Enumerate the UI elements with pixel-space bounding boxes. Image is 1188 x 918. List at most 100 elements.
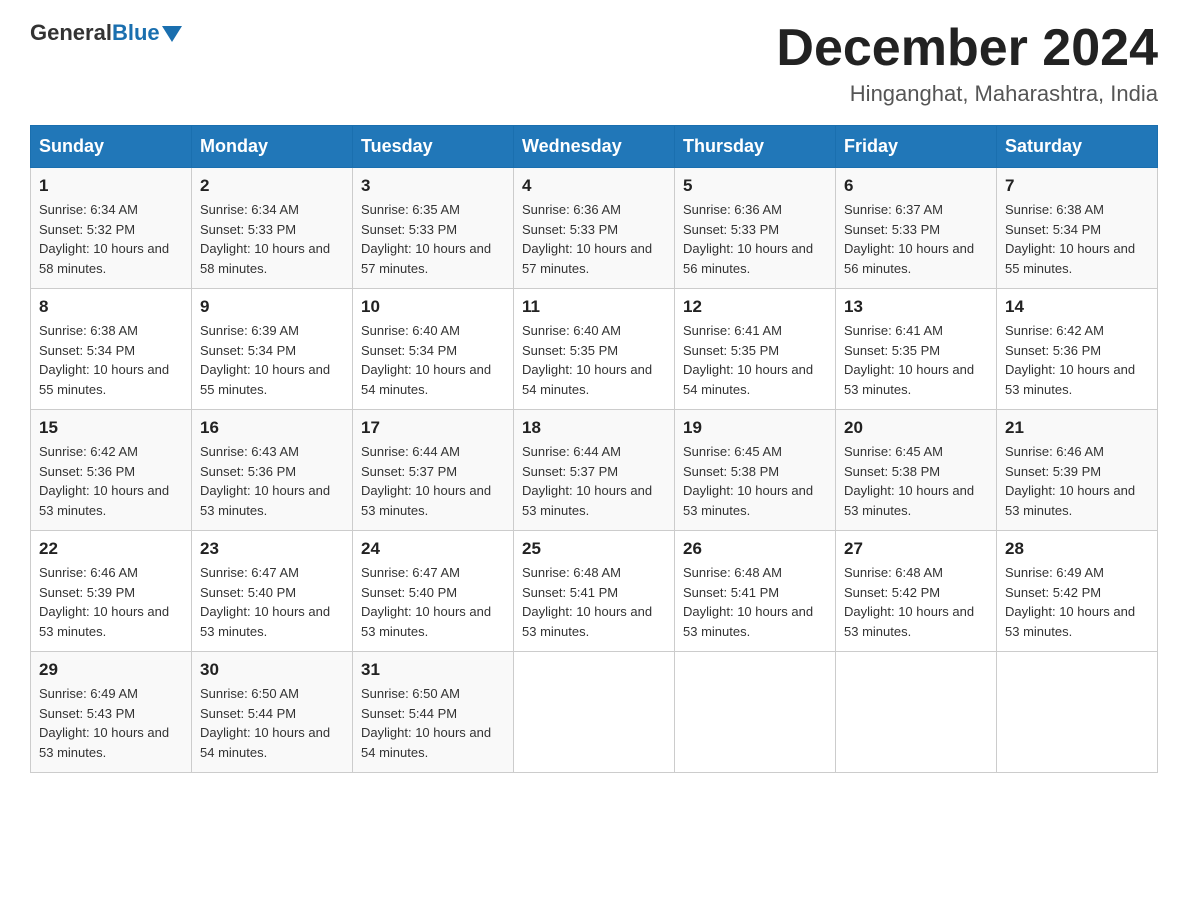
day-info: Sunrise: 6:48 AMSunset: 5:41 PMDaylight:… [683,563,827,641]
header-day-friday: Friday [836,126,997,168]
day-number: 27 [844,539,988,559]
day-info: Sunrise: 6:36 AMSunset: 5:33 PMDaylight:… [683,200,827,278]
day-info: Sunrise: 6:45 AMSunset: 5:38 PMDaylight:… [844,442,988,520]
calendar-cell: 26 Sunrise: 6:48 AMSunset: 5:41 PMDayligh… [675,531,836,652]
day-number: 14 [1005,297,1149,317]
page-header: General Blue December 2024 Hinganghat, M… [30,20,1158,107]
day-number: 8 [39,297,183,317]
day-number: 9 [200,297,344,317]
day-number: 10 [361,297,505,317]
calendar-table: SundayMondayTuesdayWednesdayThursdayFrid… [30,125,1158,773]
title-block: December 2024 Hinganghat, Maharashtra, I… [776,20,1158,107]
week-row-3: 15Sunrise: 6:42 AMSunset: 5:36 PMDayligh… [31,410,1158,531]
calendar-cell: 25 Sunrise: 6:48 AMSunset: 5:41 PMDayligh… [514,531,675,652]
day-info: Sunrise: 6:34 AMSunset: 5:32 PMDaylight:… [39,200,183,278]
day-info: Sunrise: 6:45 AMSunset: 5:38 PMDaylight:… [683,442,827,520]
calendar-cell: 12Sunrise: 6:41 AMSunset: 5:35 PMDayligh… [675,289,836,410]
day-number: 26 [683,539,827,559]
logo-blue-text: Blue [112,20,160,46]
day-info: Sunrise: 6:40 AMSunset: 5:35 PMDaylight:… [522,321,666,399]
header-day-saturday: Saturday [997,126,1158,168]
day-info: Sunrise: 6:42 AMSunset: 5:36 PMDaylight:… [1005,321,1149,399]
day-number: 1 [39,176,183,196]
calendar-cell: 30 Sunrise: 6:50 AMSunset: 5:44 PMDayligh… [192,652,353,773]
day-info: Sunrise: 6:50 AMSunset: 5:44 PMDaylight:… [361,684,505,762]
calendar-cell: 22 Sunrise: 6:46 AMSunset: 5:39 PMDayligh… [31,531,192,652]
calendar-cell [675,652,836,773]
day-info: Sunrise: 6:36 AMSunset: 5:33 PMDaylight:… [522,200,666,278]
day-number: 16 [200,418,344,438]
day-number: 28 [1005,539,1149,559]
calendar-cell: 6Sunrise: 6:37 AMSunset: 5:33 PMDaylight… [836,168,997,289]
day-number: 17 [361,418,505,438]
calendar-cell: 13Sunrise: 6:41 AMSunset: 5:35 PMDayligh… [836,289,997,410]
header-day-monday: Monday [192,126,353,168]
day-number: 7 [1005,176,1149,196]
day-number: 11 [522,297,666,317]
logo: General Blue [30,20,182,46]
day-number: 21 [1005,418,1149,438]
header-day-tuesday: Tuesday [353,126,514,168]
logo-triangle-icon [162,26,182,42]
day-number: 12 [683,297,827,317]
day-number: 24 [361,539,505,559]
calendar-cell: 18 Sunrise: 6:44 AMSunset: 5:37 PMDayligh… [514,410,675,531]
calendar-cell: 23Sunrise: 6:47 AMSunset: 5:40 PMDayligh… [192,531,353,652]
day-number: 5 [683,176,827,196]
day-number: 23 [200,539,344,559]
calendar-cell: 27 Sunrise: 6:48 AMSunset: 5:42 PMDayligh… [836,531,997,652]
day-info: Sunrise: 6:44 AMSunset: 5:37 PMDaylight:… [361,442,505,520]
calendar-cell: 20 Sunrise: 6:45 AMSunset: 5:38 PMDayligh… [836,410,997,531]
calendar-cell: 4 Sunrise: 6:36 AMSunset: 5:33 PMDaylight… [514,168,675,289]
calendar-cell: 31Sunrise: 6:50 AMSunset: 5:44 PMDayligh… [353,652,514,773]
day-number: 2 [200,176,344,196]
day-info: Sunrise: 6:38 AMSunset: 5:34 PMDaylight:… [1005,200,1149,278]
week-row-5: 29 Sunrise: 6:49 AMSunset: 5:43 PMDayligh… [31,652,1158,773]
day-info: Sunrise: 6:43 AMSunset: 5:36 PMDaylight:… [200,442,344,520]
day-info: Sunrise: 6:42 AMSunset: 5:36 PMDaylight:… [39,442,183,520]
calendar-cell: 11 Sunrise: 6:40 AMSunset: 5:35 PMDayligh… [514,289,675,410]
day-number: 25 [522,539,666,559]
week-row-2: 8 Sunrise: 6:38 AMSunset: 5:34 PMDaylight… [31,289,1158,410]
day-info: Sunrise: 6:49 AMSunset: 5:42 PMDaylight:… [1005,563,1149,641]
calendar-cell [997,652,1158,773]
day-number: 29 [39,660,183,680]
day-number: 18 [522,418,666,438]
day-info: Sunrise: 6:47 AMSunset: 5:40 PMDaylight:… [361,563,505,641]
calendar-cell: 9 Sunrise: 6:39 AMSunset: 5:34 PMDaylight… [192,289,353,410]
logo-general-text: General [30,20,112,46]
calendar-cell: 10 Sunrise: 6:40 AMSunset: 5:34 PMDayligh… [353,289,514,410]
calendar-cell: 3Sunrise: 6:35 AMSunset: 5:33 PMDaylight… [353,168,514,289]
calendar-cell: 28 Sunrise: 6:49 AMSunset: 5:42 PMDayligh… [997,531,1158,652]
day-number: 30 [200,660,344,680]
calendar-cell: 19 Sunrise: 6:45 AMSunset: 5:38 PMDayligh… [675,410,836,531]
day-info: Sunrise: 6:48 AMSunset: 5:41 PMDaylight:… [522,563,666,641]
day-number: 19 [683,418,827,438]
calendar-cell: 1 Sunrise: 6:34 AMSunset: 5:32 PMDaylight… [31,168,192,289]
day-info: Sunrise: 6:38 AMSunset: 5:34 PMDaylight:… [39,321,183,399]
day-number: 4 [522,176,666,196]
calendar-cell: 24 Sunrise: 6:47 AMSunset: 5:40 PMDayligh… [353,531,514,652]
day-info: Sunrise: 6:44 AMSunset: 5:37 PMDaylight:… [522,442,666,520]
day-info: Sunrise: 6:46 AMSunset: 5:39 PMDaylight:… [39,563,183,641]
calendar-cell: 14 Sunrise: 6:42 AMSunset: 5:36 PMDayligh… [997,289,1158,410]
calendar-cell: 15Sunrise: 6:42 AMSunset: 5:36 PMDayligh… [31,410,192,531]
day-info: Sunrise: 6:35 AMSunset: 5:33 PMDaylight:… [361,200,505,278]
day-number: 20 [844,418,988,438]
day-info: Sunrise: 6:48 AMSunset: 5:42 PMDaylight:… [844,563,988,641]
calendar-cell: 21Sunrise: 6:46 AMSunset: 5:39 PMDayligh… [997,410,1158,531]
day-info: Sunrise: 6:50 AMSunset: 5:44 PMDaylight:… [200,684,344,762]
day-number: 22 [39,539,183,559]
day-info: Sunrise: 6:49 AMSunset: 5:43 PMDaylight:… [39,684,183,762]
day-info: Sunrise: 6:39 AMSunset: 5:34 PMDaylight:… [200,321,344,399]
calendar-cell: 7 Sunrise: 6:38 AMSunset: 5:34 PMDaylight… [997,168,1158,289]
calendar-cell: 5 Sunrise: 6:36 AMSunset: 5:33 PMDaylight… [675,168,836,289]
location-text: Hinganghat, Maharashtra, India [776,81,1158,107]
calendar-cell: 2 Sunrise: 6:34 AMSunset: 5:33 PMDaylight… [192,168,353,289]
calendar-cell: 29 Sunrise: 6:49 AMSunset: 5:43 PMDayligh… [31,652,192,773]
day-number: 13 [844,297,988,317]
calendar-header-row: SundayMondayTuesdayWednesdayThursdayFrid… [31,126,1158,168]
day-info: Sunrise: 6:40 AMSunset: 5:34 PMDaylight:… [361,321,505,399]
day-info: Sunrise: 6:34 AMSunset: 5:33 PMDaylight:… [200,200,344,278]
day-info: Sunrise: 6:37 AMSunset: 5:33 PMDaylight:… [844,200,988,278]
